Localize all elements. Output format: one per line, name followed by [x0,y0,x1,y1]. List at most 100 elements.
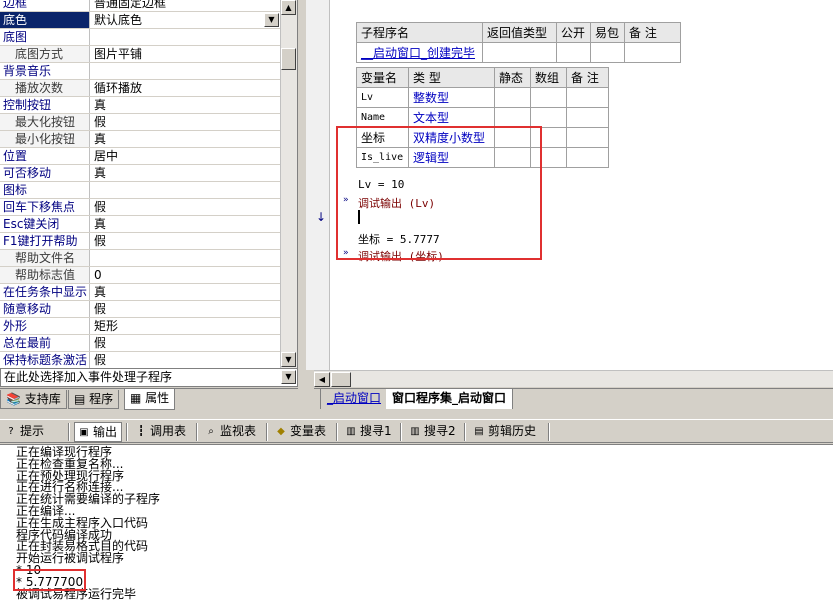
event-handler-select[interactable]: 在此处选择加入事件处理子程序 ▼ [0,368,298,387]
tab-watch[interactable]: ⌕ 监视表 [202,422,260,442]
tab-variables[interactable]: ◆ 变量表 [272,422,330,442]
property-value[interactable]: 假 [91,233,280,249]
scroll-left-arrow-icon[interactable]: ◀ [314,372,330,387]
table-cell[interactable] [494,87,531,108]
table-row[interactable]: Lv 整数型 [356,87,609,108]
var-type-cell[interactable]: 文本型 [408,107,495,128]
property-row[interactable]: 图标 [0,182,280,199]
property-value[interactable]: 真 [91,284,280,300]
property-row[interactable]: 控制按钮真 [0,97,280,114]
property-row[interactable]: 位置 居中 [0,148,280,165]
property-value[interactable]: 循环播放 [91,80,280,96]
highlight-box [336,126,542,260]
table-cell[interactable] [530,107,567,128]
chevron-down-icon[interactable]: ▼ [264,13,279,27]
chevron-down-icon[interactable]: ▼ [281,370,296,384]
property-value[interactable] [91,182,280,198]
hscroll-thumb[interactable] [331,372,351,387]
property-value[interactable]: 假 [91,301,280,317]
tab-property[interactable]: ▦ 属性 [124,389,176,410]
table-header: 公开 [556,22,591,43]
property-name: F1键打开帮助 [0,233,90,249]
property-row[interactable]: Esc键关闭真 [0,216,280,233]
property-value[interactable]: 真 [91,216,280,232]
property-row[interactable]: 底图 [0,29,280,46]
property-value[interactable] [91,63,280,79]
property-value[interactable] [91,250,280,266]
property-value[interactable]: 真 [91,165,280,181]
table-cell[interactable] [566,87,609,108]
property-value[interactable]: 0 [91,267,280,283]
library-icon: 📚 [6,392,21,406]
property-value[interactable]: 假 [91,352,280,368]
property-row[interactable]: 保持标题条激活假 [0,352,280,369]
property-row[interactable]: 总在最前假 [0,335,280,352]
subroutine-name-cell[interactable]: __启动窗口_创建完毕 [356,42,483,63]
property-row[interactable]: 最小化按钮真 [0,131,280,148]
tab-search1[interactable]: ▥ 搜寻1 [342,422,396,442]
tab-label: 调用表 [150,424,187,438]
table-cell[interactable] [530,87,567,108]
divider [336,423,338,441]
tab-clip-history[interactable]: ▤ 剪辑历史 [470,422,540,442]
property-row[interactable]: 随意移动假 [0,301,280,318]
table-cell[interactable] [566,107,609,128]
table-cell[interactable] [566,147,609,168]
table-cell[interactable] [482,42,557,63]
property-value[interactable]: 图片平铺 [91,46,280,62]
editor-hscrollbar[interactable]: ◀ [314,370,833,387]
property-row[interactable]: 播放次数 循环播放 [0,80,280,97]
tab-label: _启动窗口 [327,391,382,405]
tab-label: 提示 [20,424,45,438]
property-value[interactable]: 假 [91,114,280,130]
property-value[interactable] [91,29,280,45]
tab-search2[interactable]: ▥ 搜寻2 [406,422,460,442]
tab-output[interactable]: ▣ 输出 [74,422,123,442]
panel-splitter[interactable] [0,410,833,419]
property-value[interactable]: 真 [91,131,280,147]
var-name-cell[interactable]: Name [356,107,409,128]
property-value[interactable]: 默认底色 [91,12,280,28]
table-cell[interactable] [590,42,625,63]
table-header: 子程序名 [356,22,483,43]
property-scroll-thumb[interactable] [281,48,296,70]
property-row[interactable]: 可否移动真 [0,165,280,182]
tab-window-assembly[interactable]: 窗口程序集_启动窗口 [386,389,514,409]
tab-library[interactable]: 📚 支持库 [0,390,67,409]
property-value[interactable]: 真 [91,97,280,113]
property-row[interactable]: 最大化按钮假 [0,114,280,131]
property-row[interactable]: 回车下移焦点假 [0,199,280,216]
table-cell[interactable] [556,42,591,63]
property-row[interactable]: F1键打开帮助假 [0,233,280,250]
property-row[interactable]: 在任务条中显示真 [0,284,280,301]
output-panel[interactable]: 正在编译现行程序 正在检查重复名称... 正在预处理现行程序 正在进行名称连接... 正… [0,444,833,606]
property-row[interactable]: 底色 默认底色 ▼ [0,12,280,29]
property-row[interactable]: 边框 普通固定边框 [0,0,280,12]
property-value[interactable]: 普通固定边框 [91,0,280,11]
property-value[interactable]: 居中 [91,148,280,164]
table-header: 数组 [530,67,567,88]
property-row[interactable]: 背景音乐 [0,63,280,80]
property-row[interactable]: 帮助标志值 0 [0,267,280,284]
table-row[interactable]: Name 文本型 [356,107,609,128]
tab-program[interactable]: ▤ 程序 [68,390,120,409]
scroll-up-arrow-icon[interactable]: ▲ [281,0,296,15]
table-cell[interactable] [624,42,681,63]
property-row[interactable]: 底图方式 图片平铺 [0,46,280,63]
splitter[interactable] [306,370,314,410]
tab-hint[interactable]: ? 提示 [2,422,48,442]
property-name: 保持标题条激活 [0,352,90,368]
property-row[interactable]: 帮助文件名 [0,250,280,267]
table-cell[interactable] [494,107,531,128]
tab-call-table[interactable]: ┇ 调用表 [132,422,190,442]
property-row[interactable]: 外形 矩形 [0,318,280,335]
property-value[interactable]: 假 [91,335,280,351]
tab-startup-window[interactable]: _启动窗口 [320,389,389,409]
var-type-cell[interactable]: 整数型 [408,87,495,108]
property-value[interactable]: 假 [91,199,280,215]
var-name-cell[interactable]: Lv [356,87,409,108]
property-value[interactable]: 矩形 [91,318,280,334]
table-cell[interactable] [566,127,609,148]
scroll-down-arrow-icon[interactable]: ▼ [281,352,296,367]
tab-label: 输出 [93,425,118,439]
